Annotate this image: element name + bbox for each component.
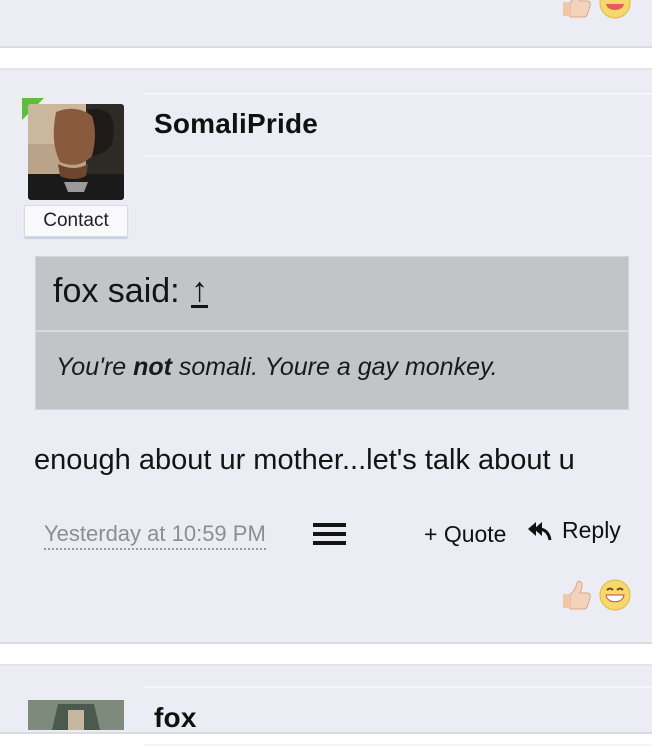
- next-author-header: fox: [144, 686, 652, 746]
- author-avatar[interactable]: [22, 98, 124, 200]
- laughing-emoji-icon[interactable]: [598, 578, 632, 612]
- reply-icon: [528, 521, 552, 540]
- reply-button[interactable]: Reply: [526, 517, 621, 544]
- post-footer: Yesterday at 10:59 PM + Quote Reply: [0, 516, 652, 560]
- reaction-bar[interactable]: [558, 0, 632, 20]
- jump-to-quote-icon[interactable]: ↑: [191, 271, 208, 310]
- hamburger-menu-icon[interactable]: [313, 523, 346, 547]
- next-author-name[interactable]: fox: [154, 702, 197, 734]
- quote-text-before: You're: [56, 353, 134, 381]
- reply-label: Reply: [562, 517, 621, 543]
- quote-header: fox said: ↑: [36, 257, 628, 332]
- author-header: SomaliPride: [144, 93, 652, 157]
- quoted-message: fox said: ↑ You're not somali. Youre a g…: [35, 256, 629, 410]
- avatar[interactable]: [28, 104, 124, 200]
- next-post: fox: [0, 664, 652, 746]
- reaction-bar[interactable]: [558, 578, 632, 612]
- next-author-avatar[interactable]: [28, 700, 124, 730]
- quote-source: fox said:: [53, 272, 180, 310]
- laughing-emoji-icon[interactable]: [598, 0, 632, 20]
- post-message: enough about ur mother...let's talk abou…: [34, 444, 575, 476]
- contact-button[interactable]: Contact: [24, 205, 128, 237]
- quote-text-after: somali. Youre a gay monkey.: [171, 353, 498, 381]
- author-name[interactable]: SomaliPride: [154, 108, 318, 140]
- quote-button[interactable]: + Quote: [424, 521, 506, 548]
- previous-post: [0, 0, 652, 48]
- avatar: [28, 700, 124, 730]
- thumbs-up-icon[interactable]: [558, 0, 592, 20]
- thumbs-up-icon[interactable]: [558, 578, 592, 612]
- quote-text-bold: not: [133, 353, 172, 381]
- avatar-photo: [28, 104, 124, 200]
- post-timestamp[interactable]: Yesterday at 10:59 PM: [44, 521, 266, 550]
- quote-text: You're not somali. Youre a gay monkey.: [56, 353, 498, 382]
- forum-post: Contact SomaliPride fox said: ↑ You're n…: [0, 68, 652, 644]
